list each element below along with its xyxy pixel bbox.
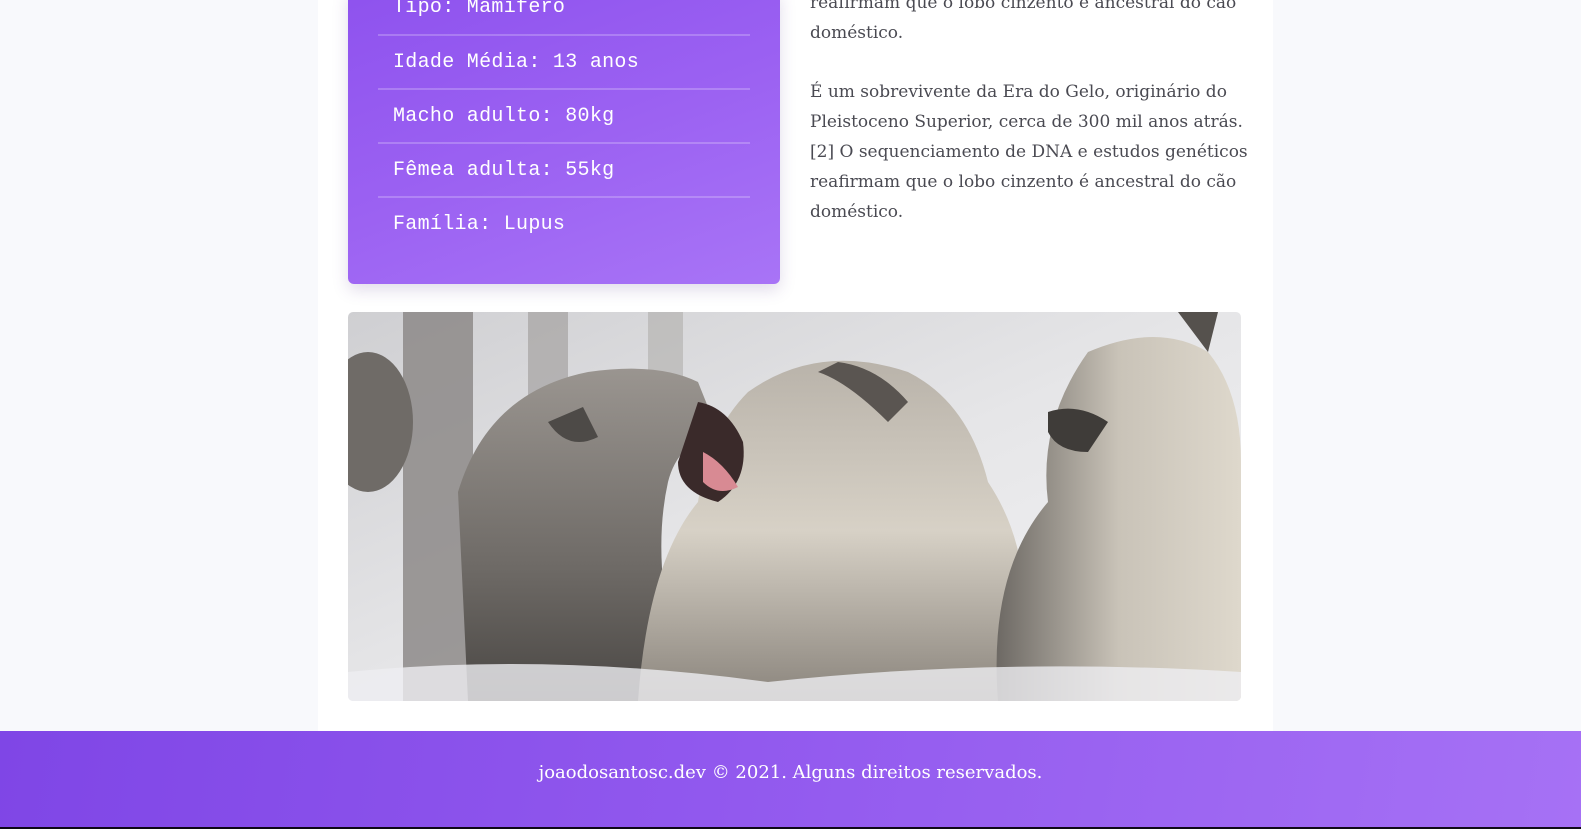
info-item-tipo: Tipo: Mamífero [378,0,750,36]
info-item-femea: Fêmea adulta: 55kg [378,144,750,198]
footer-copyright: joaodosantosc.dev © 2021. Alguns direito… [538,762,1043,783]
page: Tipo: Mamífero Idade Média: 13 anos Mach… [0,0,1581,829]
info-item-idade: Idade Média: 13 anos [378,36,750,90]
article-text: reafirmam que o lobo cinzento é ancestra… [810,0,1250,256]
info-item-macho: Macho adulto: 80kg [378,90,750,144]
article-paragraph: reafirmam que o lobo cinzento é ancestra… [810,0,1237,43]
info-list: Tipo: Mamífero Idade Média: 13 anos Mach… [378,0,750,252]
info-card: Tipo: Mamífero Idade Média: 13 anos Mach… [348,0,780,284]
wolves-photo [348,312,1241,701]
info-item-familia: Família: Lupus [393,213,566,236]
article-paragraph: É um sobrevivente da Era do Gelo, origin… [810,82,1248,222]
footer: joaodosantosc.dev © 2021. Alguns direito… [0,731,1581,829]
